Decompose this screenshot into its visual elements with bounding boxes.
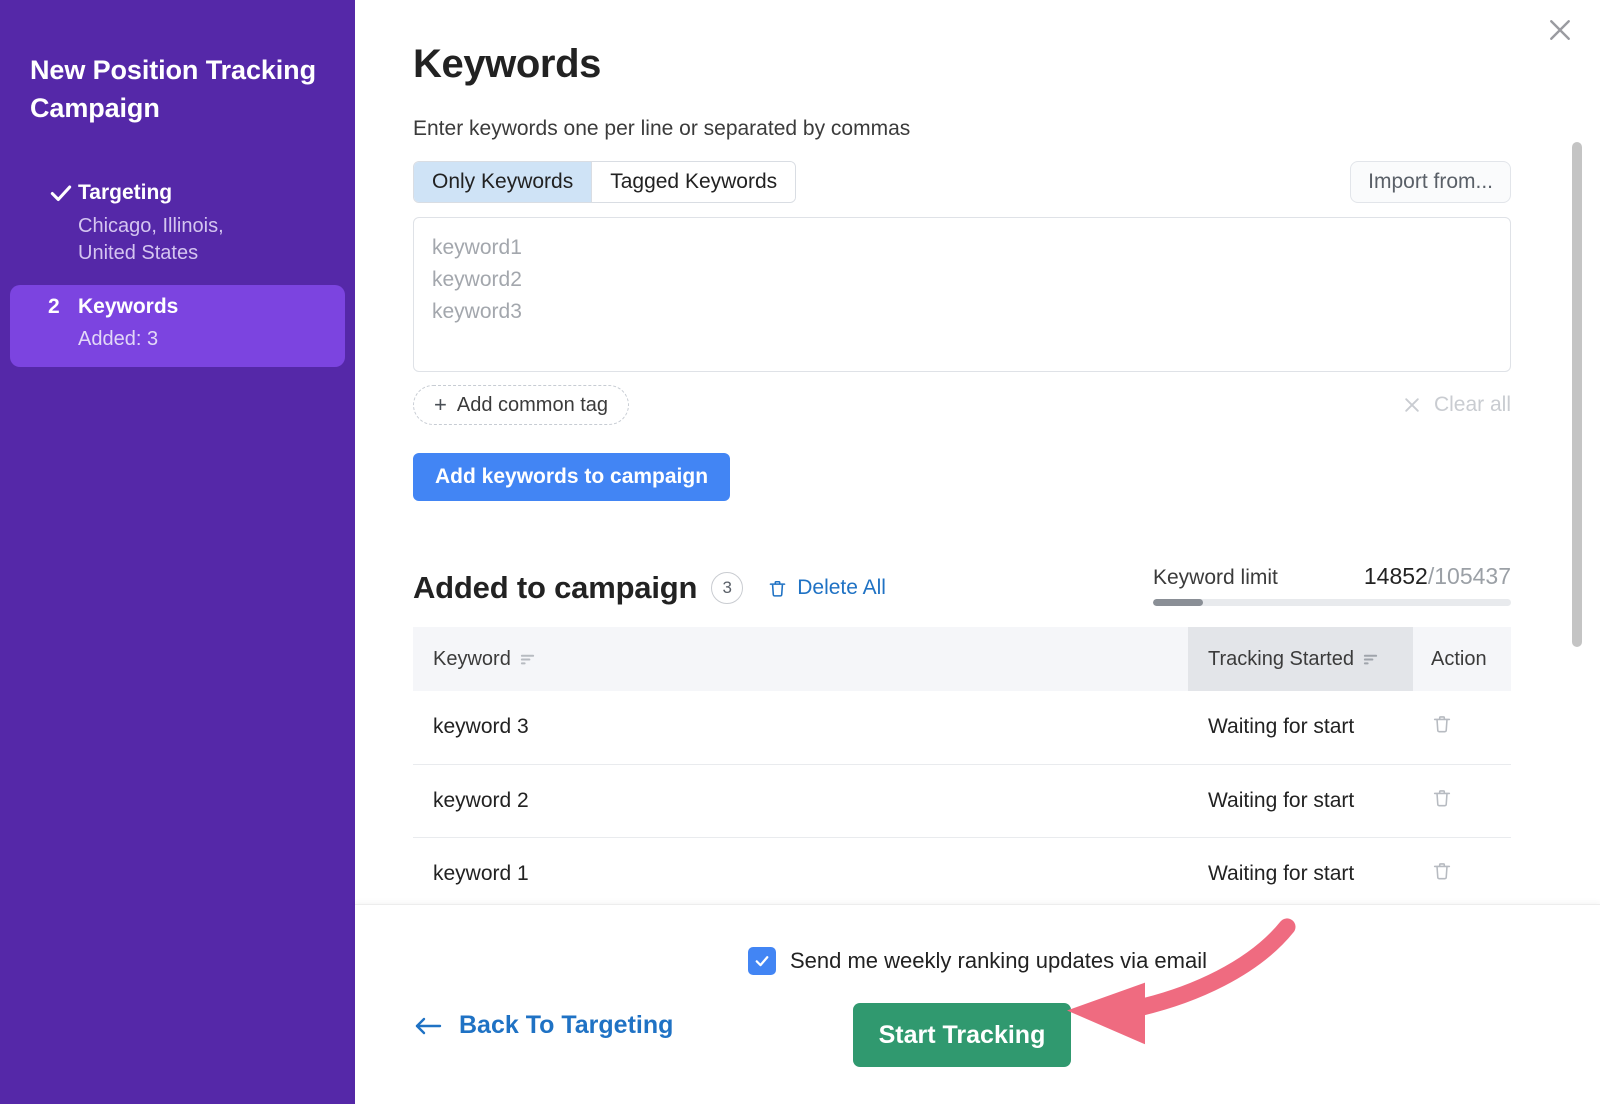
sidebar-step-label-targeting: Targeting [78,180,173,204]
close-icon[interactable] [1538,8,1582,52]
wizard-footer: Send me weekly ranking updates via email… [355,904,1600,1104]
trash-icon[interactable] [1431,787,1453,809]
cell-tracking-started: Waiting for start [1188,764,1413,838]
column-header-tracking-inner: Tracking Started [1208,648,1379,671]
position-tracking-modal: New Position Tracking Campaign Targeting… [0,0,1600,1104]
step-header: Targeting [28,180,327,206]
sidebar-step-label-keywords: Keywords [78,294,179,318]
clear-all-label: Clear all [1433,393,1511,416]
sort-icon[interactable] [519,651,536,668]
cell-keyword: keyword 3 [413,691,1188,765]
arrow-left-icon [413,1014,443,1038]
clear-all-button[interactable]: Clear all [1402,393,1511,417]
keyword-limit-progress-fill [1153,599,1204,606]
sidebar-step-sub-keywords: Added: 3 [78,327,159,350]
page-title: Keywords [413,42,601,86]
sort-icon[interactable] [1362,651,1379,668]
campaign-title: New Position Tracking Campaign [30,55,316,123]
table-row: keyword 1 Waiting for start [413,837,1511,911]
tag-and-clear-row: + Add common tag Clear all [413,385,1511,425]
cell-tracking-started: Waiting for start [1188,691,1413,765]
keyword-limit-block: Keyword limit 14852/105437 [1153,563,1511,606]
cell-keyword: keyword 2 [413,764,1188,838]
tab-tagged-keywords[interactable]: Tagged Keywords [591,162,796,202]
back-to-targeting-label: Back To Targeting [459,1011,674,1039]
table-header-row: Keyword Tracking Started Action [413,627,1511,691]
table-head: Keyword Tracking Started Action [413,627,1511,691]
added-to-campaign-header-row: Added to campaign 3 Delete All Keyword l… [413,563,1511,606]
trash-icon [767,578,788,599]
check-icon [28,180,78,206]
delete-all-label: Delete All [797,576,886,599]
keywords-input[interactable]: keyword1 keyword2 keyword3 [413,217,1511,372]
table-body: keyword 3 Waiting for start keyword 2 Waiti… [413,691,1511,911]
table-row: keyword 3 Waiting for start [413,691,1511,765]
keyword-limit-used: 14852 [1363,563,1428,589]
tab-only-keywords[interactable]: Only Keywords [414,162,592,202]
add-keywords-to-campaign-button[interactable]: Add keywords to campaign [413,453,731,501]
cell-action [1413,764,1511,838]
import-from-button[interactable]: Import from... [1350,161,1511,203]
step-header: 2 Keywords [28,295,327,319]
column-header-action: Action [1413,627,1511,691]
plus-icon: + [434,392,447,417]
weekly-updates-label[interactable]: Send me weekly ranking updates via email [790,948,1207,974]
sidebar-step-keywords[interactable]: 2 Keywords Added: 3 [10,284,345,367]
cell-keyword: keyword 1 [413,837,1188,911]
keyword-mode-segmented-control: Only Keywords Tagged Keywords [413,161,797,203]
keyword-limit-progress-track [1153,599,1511,606]
cell-tracking-started: Waiting for start [1188,837,1413,911]
added-left-group: Added to campaign 3 Delete All [413,570,886,606]
sidebar-step-sub-targeting: Chicago, Illinois, United States [78,214,224,264]
campaign-wizard-sidebar: New Position Tracking Campaign Targeting… [0,0,355,1104]
weekly-updates-checkbox[interactable] [747,947,776,975]
trash-icon[interactable] [1431,713,1453,735]
column-header-tracking-started[interactable]: Tracking Started [1188,627,1413,691]
keyword-limit-total: 105437 [1434,563,1511,589]
column-header-keyword-label: Keyword [433,647,511,670]
column-header-tracking-label: Tracking Started [1208,647,1354,670]
added-keywords-table: Keyword Tracking Started Action keyword … [413,627,1511,911]
cell-action [1413,837,1511,911]
added-to-campaign-title: Added to campaign [413,570,698,605]
close-icon [1402,395,1422,415]
start-tracking-button[interactable]: Start Tracking [853,1003,1071,1067]
keyword-limit-top: Keyword limit 14852/105437 [1153,563,1511,590]
delete-all-button[interactable]: Delete All [767,576,886,600]
column-header-keyword[interactable]: Keyword [413,627,1188,691]
cell-action [1413,691,1511,765]
weekly-updates-row: Send me weekly ranking updates via email [355,947,1600,975]
keyword-limit-label: Keyword limit [1153,566,1278,589]
added-count-badge: 3 [711,572,744,604]
add-common-tag-label: Add common tag [456,393,609,416]
footer-inner: Send me weekly ranking updates via email… [355,905,1600,1104]
column-header-keyword-inner: Keyword [433,648,536,671]
step-number: 2 [48,295,60,319]
keyword-limit-value: 14852/105437 [1364,563,1511,590]
vertical-scrollbar-track[interactable] [1572,142,1582,902]
back-to-targeting-link[interactable]: Back To Targeting [413,1011,673,1040]
add-common-tag-button[interactable]: + Add common tag [413,385,630,425]
trash-icon[interactable] [1431,860,1453,882]
instructions-text: Enter keywords one per line or separated… [413,117,911,140]
sidebar-step-targeting[interactable]: Targeting Chicago, Illinois, United Stat… [10,170,345,281]
wizard-steps: Targeting Chicago, Illinois, United Stat… [0,170,355,367]
vertical-scrollbar-thumb[interactable] [1572,142,1582,647]
table-row: keyword 2 Waiting for start [413,764,1511,838]
tabs-and-import-row: Only Keywords Tagged Keywords Import fro… [413,161,1511,203]
